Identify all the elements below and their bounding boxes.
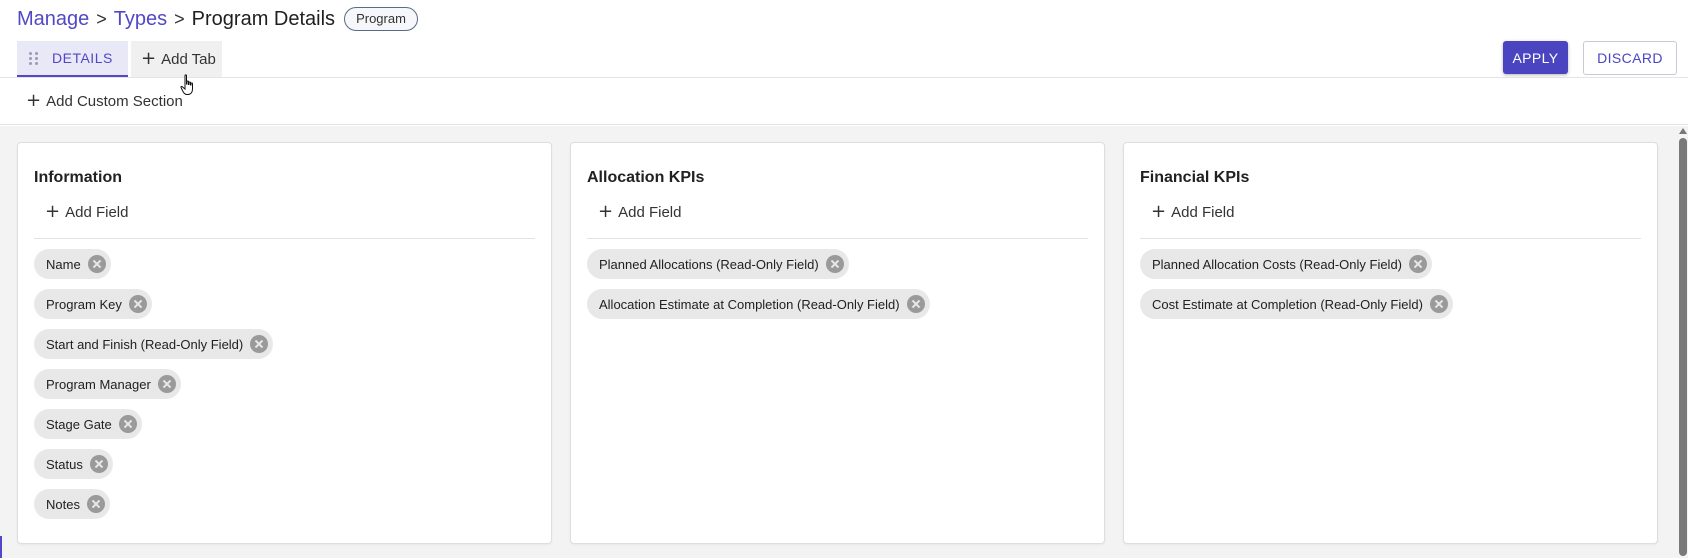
field-chip: Start and Finish (Read-Only Field) xyxy=(34,329,274,359)
field-chip-label: Stage Gate xyxy=(46,416,112,432)
field-chip-label: Program Key xyxy=(46,296,122,312)
add-custom-section-button[interactable]: + Add Custom Section xyxy=(26,92,183,110)
section-title: Information xyxy=(34,169,122,186)
remove-circle-icon[interactable] xyxy=(118,415,137,433)
remove-circle-icon[interactable] xyxy=(1429,295,1448,313)
add-field-button[interactable]: + Add Field xyxy=(1151,203,1234,221)
field-chip: Status xyxy=(34,449,113,479)
remove-circle-icon[interactable] xyxy=(1409,255,1428,273)
remove-circle-icon[interactable] xyxy=(906,295,925,313)
field-chip-label: Planned Allocations (Read-Only Field) xyxy=(599,256,819,272)
sections-area: Information + Add Field Name Program Key… xyxy=(0,126,1688,558)
field-chip-label: Start and Finish (Read-Only Field) xyxy=(46,336,244,352)
plus-icon: + xyxy=(598,201,614,222)
side-accent-edge xyxy=(0,536,2,558)
remove-circle-icon[interactable] xyxy=(250,335,269,353)
chevron-right-icon: > xyxy=(96,9,107,29)
remove-circle-icon[interactable] xyxy=(825,255,844,273)
section-card-information: Information + Add Field Name Program Key… xyxy=(17,142,552,544)
add-field-button[interactable]: + Add Field xyxy=(598,203,681,221)
add-tab-label: Add Tab xyxy=(161,50,216,68)
breadcrumb-manage-link[interactable]: Manage xyxy=(17,7,89,31)
field-chip-list: Planned Allocation Costs (Read-Only Fiel… xyxy=(1140,249,1453,329)
field-chip-label: Name xyxy=(46,256,81,272)
vertical-scrollbar[interactable] xyxy=(1678,126,1688,558)
type-badge: Program xyxy=(344,7,418,31)
tab-details-label: DETAILS xyxy=(52,50,113,66)
breadcrumb-types-link[interactable]: Types xyxy=(114,7,167,31)
section-title: Allocation KPIs xyxy=(587,169,705,186)
section-card-financial-kpis: Financial KPIs + Add Field Planned Alloc… xyxy=(1123,142,1658,544)
field-chip: Program Manager xyxy=(34,369,181,399)
field-chip-label: Notes xyxy=(46,496,80,512)
custom-section-bar: + Add Custom Section xyxy=(0,79,1688,125)
add-field-label: Add Field xyxy=(1171,203,1235,221)
section-divider xyxy=(1140,238,1641,239)
plus-icon: + xyxy=(1151,201,1167,222)
field-chip-label: Cost Estimate at Completion (Read-Only F… xyxy=(1152,296,1423,312)
tab-bar: DETAILS + Add Tab xyxy=(17,41,222,77)
page-header: Manage > Types > Program Details Program… xyxy=(0,0,1688,78)
remove-circle-icon[interactable] xyxy=(87,255,106,273)
field-chip: Planned Allocation Costs (Read-Only Fiel… xyxy=(1140,249,1433,279)
field-chip-list: Planned Allocations (Read-Only Field) Al… xyxy=(587,249,930,329)
tab-details[interactable]: DETAILS xyxy=(17,41,128,77)
drag-handle-icon[interactable] xyxy=(29,51,39,65)
field-chip-label: Status xyxy=(46,456,83,472)
field-chip: Notes xyxy=(34,489,110,519)
add-field-button[interactable]: + Add Field xyxy=(45,203,128,221)
add-tab-button[interactable]: + Add Tab xyxy=(131,41,222,77)
page-title: Program Details xyxy=(191,8,336,30)
field-chip-list: Name Program Key Start and Finish (Read-… xyxy=(34,249,274,529)
scroll-up-arrow-icon[interactable] xyxy=(1679,128,1687,134)
remove-circle-icon[interactable] xyxy=(128,295,147,313)
breadcrumb: Manage > Types > Program Details Program xyxy=(17,7,418,31)
scrollbar-thumb[interactable] xyxy=(1679,138,1687,556)
field-chip-label: Program Manager xyxy=(46,376,151,392)
field-chip-label: Allocation Estimate at Completion (Read-… xyxy=(599,296,900,312)
plus-icon: + xyxy=(141,48,157,69)
add-field-label: Add Field xyxy=(618,203,682,221)
field-chip: Allocation Estimate at Completion (Read-… xyxy=(587,289,930,319)
plus-icon: + xyxy=(26,90,42,111)
section-card-allocation-kpis: Allocation KPIs + Add Field Planned Allo… xyxy=(570,142,1105,544)
remove-circle-icon[interactable] xyxy=(157,375,176,393)
chevron-right-icon: > xyxy=(174,9,185,29)
field-chip: Stage Gate xyxy=(34,409,142,439)
section-title: Financial KPIs xyxy=(1140,169,1250,186)
field-chip: Name xyxy=(34,249,111,279)
field-chip: Cost Estimate at Completion (Read-Only F… xyxy=(1140,289,1453,319)
apply-button[interactable]: APPLY xyxy=(1503,41,1568,74)
remove-circle-icon[interactable] xyxy=(86,495,105,513)
field-chip: Planned Allocations (Read-Only Field) xyxy=(587,249,849,279)
discard-button[interactable]: DISCARD xyxy=(1583,41,1677,75)
add-field-label: Add Field xyxy=(65,203,129,221)
section-divider xyxy=(587,238,1088,239)
field-chip-label: Planned Allocation Costs (Read-Only Fiel… xyxy=(1152,256,1403,272)
remove-circle-icon[interactable] xyxy=(89,455,108,473)
field-chip: Program Key xyxy=(34,289,152,319)
add-custom-section-label: Add Custom Section xyxy=(46,92,183,110)
section-divider xyxy=(34,238,535,239)
hand-pointer-cursor xyxy=(180,74,193,95)
plus-icon: + xyxy=(45,201,61,222)
